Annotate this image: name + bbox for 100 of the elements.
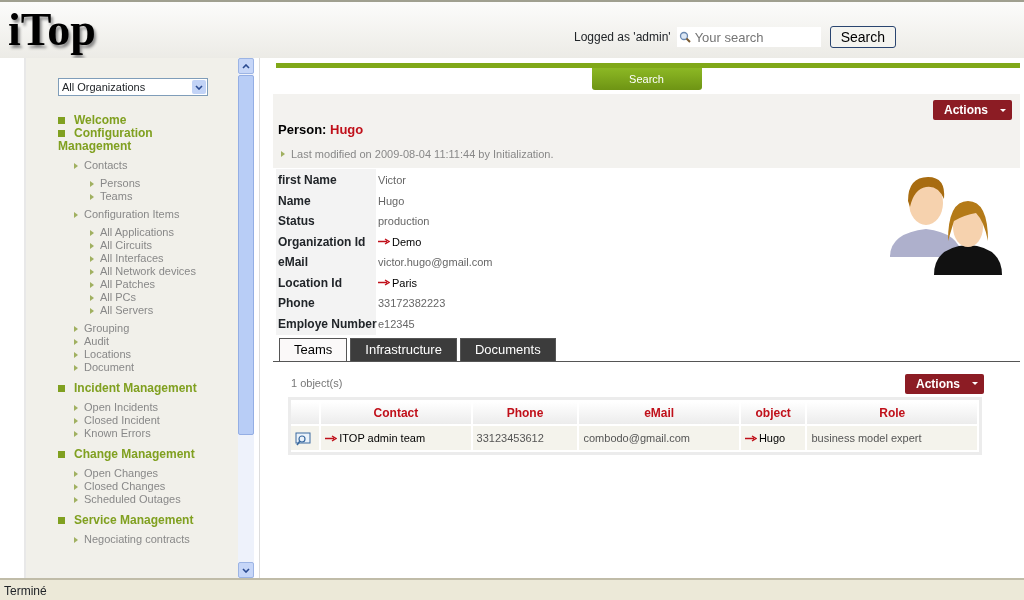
field-value: 33172382223: [377, 296, 447, 311]
search-tab[interactable]: Search: [591, 68, 702, 90]
bullet-icon: [90, 281, 94, 288]
bullet-icon: [74, 417, 78, 424]
menu-label: All Patches: [100, 278, 156, 291]
page-title: Person: Hugo: [278, 121, 365, 139]
menu-item[interactable]: Locations: [58, 348, 238, 361]
actions-button[interactable]: Actions: [905, 373, 984, 394]
search-icon: [678, 31, 691, 43]
search-button[interactable]: Search: [829, 26, 896, 48]
menu-item[interactable]: All Network devices: [58, 265, 238, 278]
actions-button[interactable]: Actions: [933, 100, 1012, 120]
menu-label: All Circuits: [100, 239, 152, 252]
bullet-icon: [90, 294, 94, 301]
bullet-icon: [74, 325, 78, 332]
field-label: Name: [276, 189, 376, 212]
field-link[interactable]: Paris: [378, 274, 418, 292]
menu-item[interactable]: Configuration Items: [58, 208, 238, 221]
menu-label: Configuration Items: [84, 208, 180, 221]
menu-label: All Interfaces: [100, 252, 164, 265]
menu-item[interactable]: Contacts: [58, 159, 238, 172]
menu-item[interactable]: Open Incidents: [58, 401, 238, 414]
menu-section[interactable]: Change Management: [58, 448, 213, 461]
menu-item[interactable]: All PCs: [58, 291, 238, 304]
login-status: Logged as 'admin': [574, 29, 671, 46]
arrow-icon: [744, 434, 757, 442]
menu-label: Known Errors: [84, 427, 151, 440]
field-label: first Name: [276, 169, 376, 192]
field-value: Victor: [377, 173, 407, 188]
menu-item[interactable]: Negociating contracts: [58, 533, 238, 546]
menu-item[interactable]: All Servers: [58, 304, 238, 317]
bullet-icon: [74, 496, 78, 503]
menu-item[interactable]: All Patches: [58, 278, 238, 291]
field-link[interactable]: Demo: [378, 233, 422, 251]
field-value: production: [377, 214, 431, 229]
bullet-icon: [58, 517, 65, 524]
field-value: e12345: [377, 316, 416, 332]
bullet-icon: [90, 229, 94, 236]
bullet-icon: [90, 307, 94, 314]
scrollbar[interactable]: [238, 58, 254, 578]
table-cell: 33123453612: [472, 425, 580, 451]
bullet-icon: [58, 451, 65, 458]
menu-item[interactable]: Document: [58, 361, 238, 374]
field-label: Location Id: [276, 271, 376, 294]
object-count: 1 object(s): [291, 376, 343, 392]
bullet-icon: [281, 150, 285, 157]
view-icon[interactable]: [295, 431, 311, 446]
menu-item[interactable]: Persons: [58, 177, 238, 190]
arrow-icon: [378, 238, 390, 246]
menu-item[interactable]: Known Errors: [58, 427, 238, 440]
menu-label: Closed Changes: [84, 480, 166, 493]
bullet-icon: [58, 130, 65, 137]
menu-label: Negociating contracts: [84, 533, 190, 546]
menu-section[interactable]: Welcome: [58, 114, 213, 127]
menu-item[interactable]: Scheduled Outages: [58, 493, 238, 506]
tab[interactable]: Infrastructure: [350, 338, 457, 361]
bullet-icon: [90, 242, 94, 249]
menu-item[interactable]: All Circuits: [58, 239, 238, 252]
menu-item[interactable]: Open Changes: [58, 467, 238, 480]
organization-dropdown[interactable]: All Organizations: [58, 78, 208, 96]
bullet-icon: [90, 268, 94, 275]
menu-label: All PCs: [100, 291, 137, 304]
tab[interactable]: Documents: [459, 338, 556, 361]
field-value: Hugo: [377, 193, 406, 209]
bullet-icon: [58, 117, 65, 124]
tab[interactable]: Teams: [279, 338, 348, 361]
menu-label: Document: [84, 361, 135, 374]
bullet-icon: [74, 470, 78, 477]
field-label: Employe Number: [276, 312, 376, 335]
menu-item[interactable]: Teams: [58, 190, 238, 203]
bullet-icon: [74, 338, 78, 345]
menu-item[interactable]: All Applications: [58, 226, 238, 239]
menu-item[interactable]: All Interfaces: [58, 252, 238, 265]
menu-label: Teams: [100, 190, 133, 203]
menu-section[interactable]: Incident Management: [58, 382, 213, 395]
menu-item[interactable]: Grouping: [58, 322, 238, 335]
status-text: Terminé: [0, 578, 1024, 600]
scroll-up-icon[interactable]: [242, 63, 250, 69]
scroll-down-icon[interactable]: [242, 567, 250, 573]
bullet-icon: [74, 162, 78, 169]
menu-item[interactable]: Audit: [58, 335, 238, 348]
menu-item[interactable]: Closed Incident: [58, 414, 238, 427]
menu-label: All Servers: [100, 304, 154, 317]
menu-section[interactable]: Configuration Management: [58, 127, 213, 153]
menu-label: Grouping: [84, 322, 130, 335]
field-label: Phone: [276, 292, 376, 315]
table-cell: business model expert: [807, 425, 979, 451]
menu-label: Persons: [100, 177, 141, 190]
logo: iTop: [8, 7, 96, 53]
menu-label: Contacts: [84, 159, 128, 172]
menu-section[interactable]: Service Management: [58, 514, 213, 527]
arrow-icon: [378, 279, 390, 287]
menu-item[interactable]: Closed Changes: [58, 480, 238, 493]
bullet-icon: [90, 255, 94, 262]
bullet-icon: [74, 536, 78, 543]
bullet-icon: [74, 211, 78, 218]
menu-label: Audit: [84, 335, 110, 348]
arrow-icon: [325, 434, 338, 442]
bullet-icon: [90, 180, 94, 187]
bullet-icon: [74, 430, 78, 437]
